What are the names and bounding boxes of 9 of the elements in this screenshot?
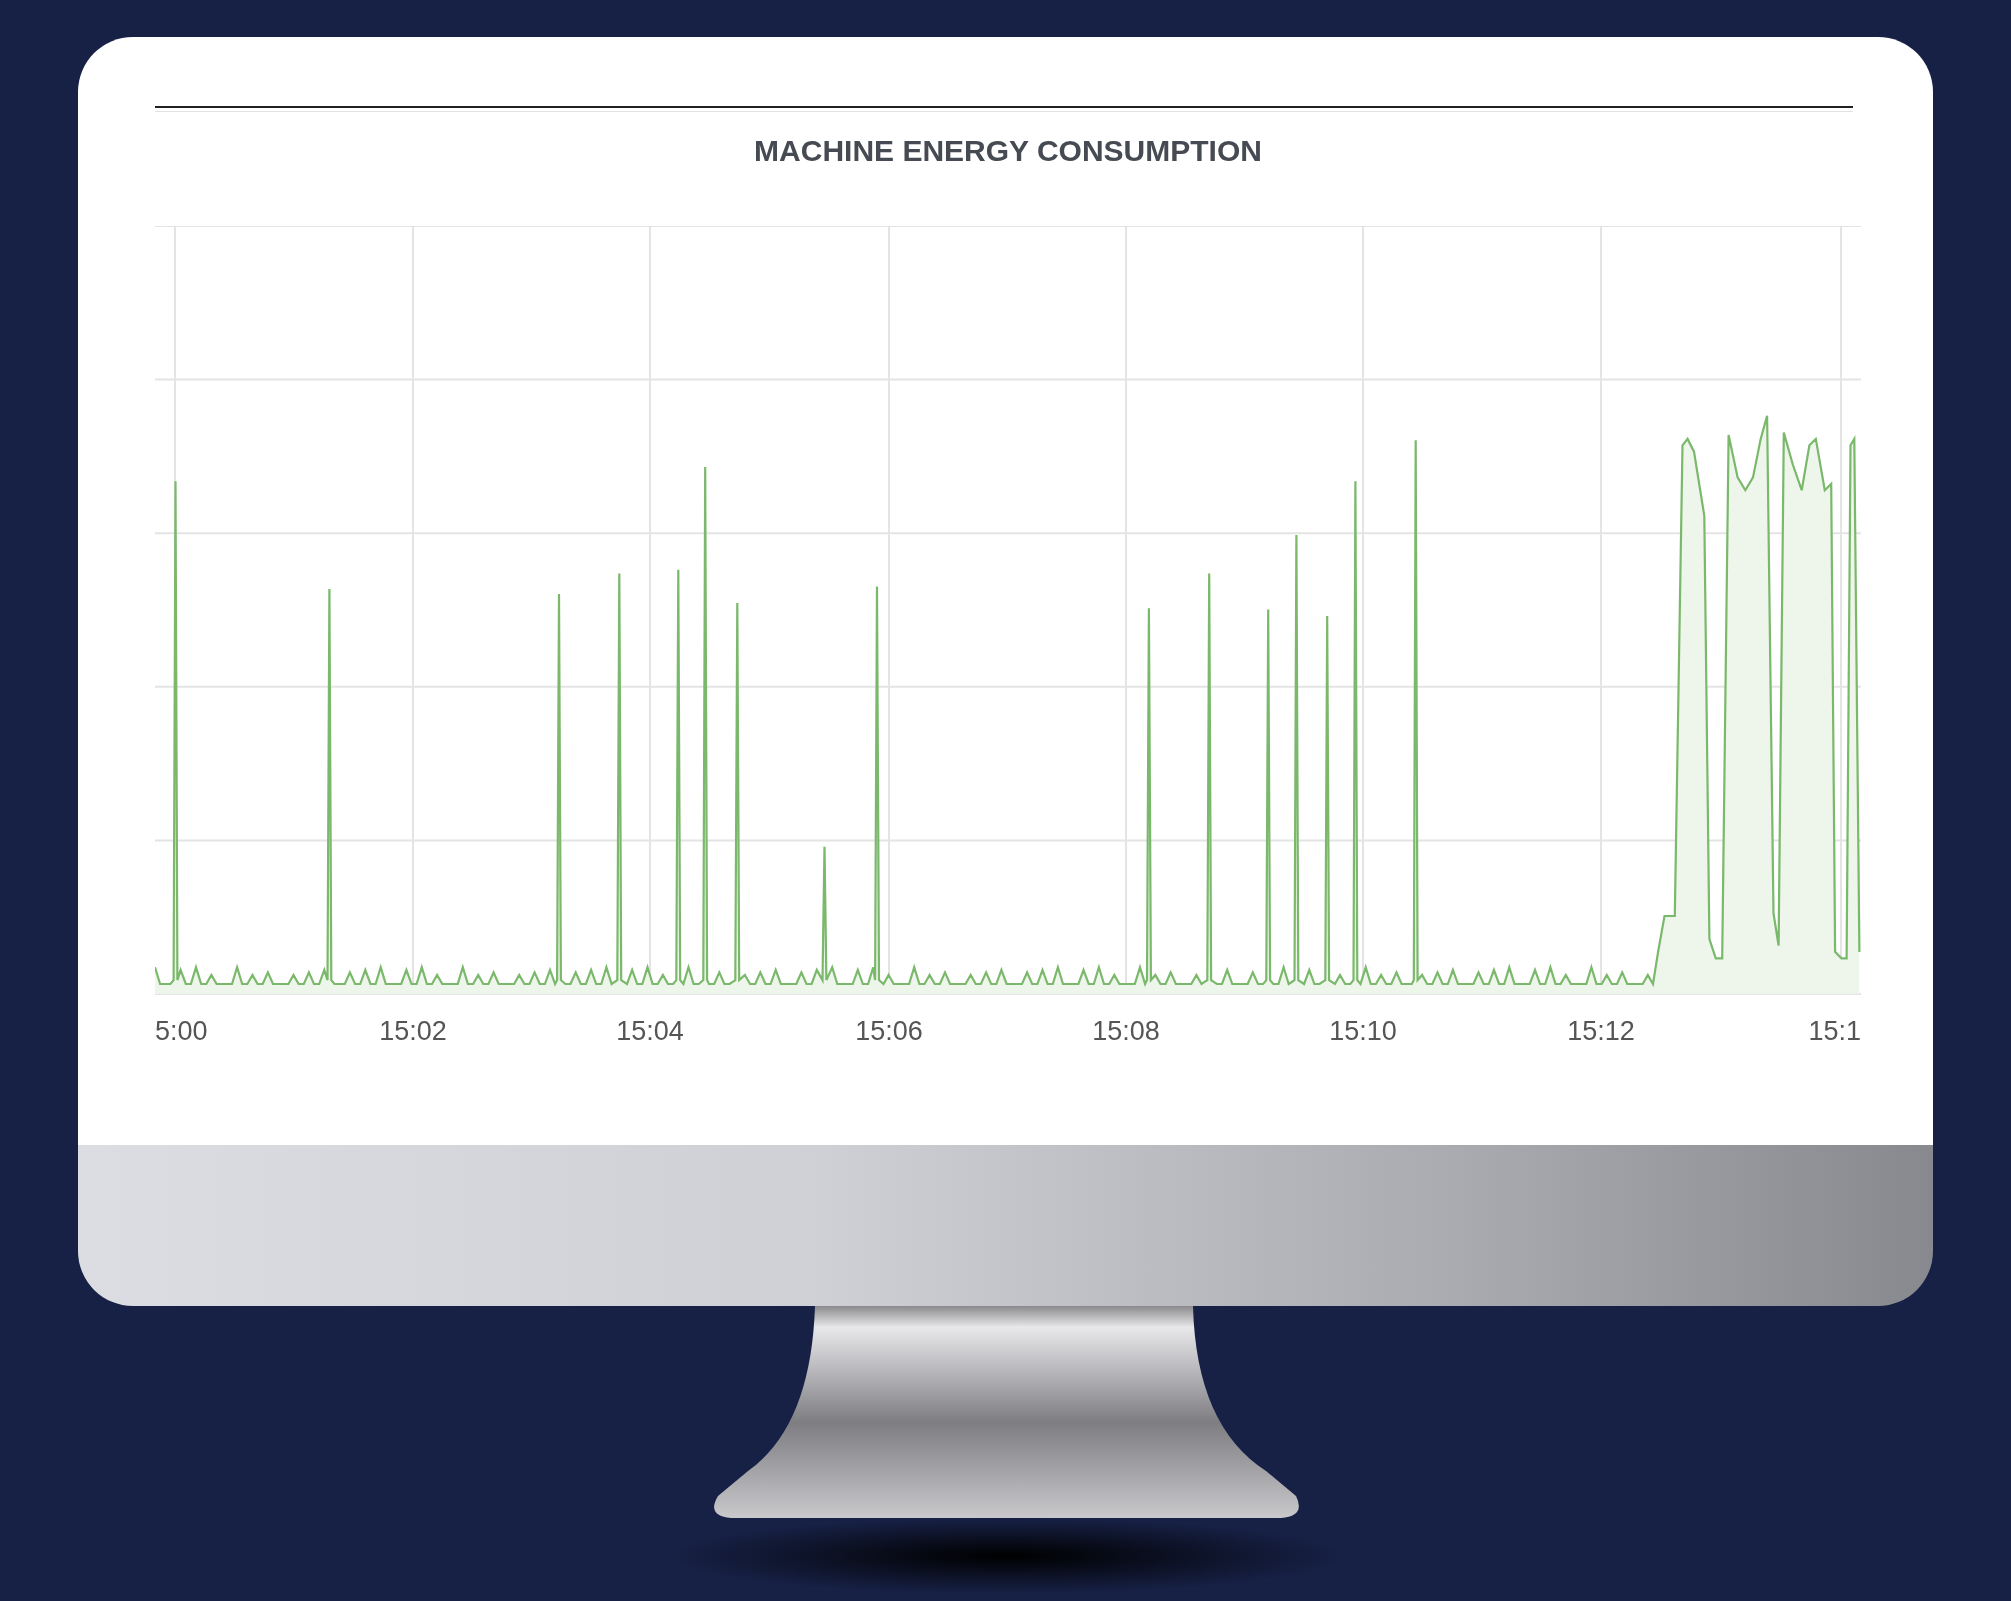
x-axis-label: 5:00 [155, 1016, 208, 1047]
x-axis-label: 15:10 [1329, 1016, 1397, 1047]
x-axis-label: 15:04 [616, 1016, 684, 1047]
x-axis-label: 15:06 [855, 1016, 923, 1047]
x-axis-label: 15:1 [1808, 1016, 1861, 1047]
x-axis-label: 15:02 [379, 1016, 447, 1047]
x-axis-label: 15:12 [1567, 1016, 1635, 1047]
x-axis-label: 15:08 [1092, 1016, 1160, 1047]
chart-title: MACHINE ENERGY CONSUMPTION [753, 134, 1263, 168]
